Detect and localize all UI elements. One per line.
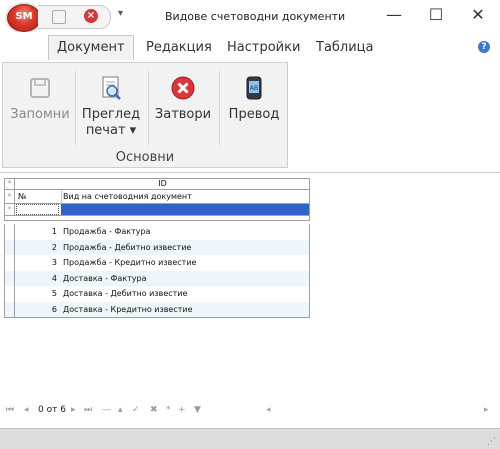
new-row-num-cell[interactable] bbox=[16, 204, 59, 215]
help-icon[interactable]: ? bbox=[478, 41, 490, 53]
cell-num: 1 bbox=[51, 227, 57, 236]
add-record-button[interactable]: + bbox=[178, 405, 186, 415]
next-record-button[interactable]: ▸ bbox=[71, 405, 76, 415]
cell-name: Продажба - Дебитно известие bbox=[63, 242, 192, 252]
grid-bottom-border bbox=[4, 317, 310, 318]
cell-num: 2 bbox=[51, 242, 57, 252]
header-id[interactable]: ID bbox=[16, 179, 309, 189]
first-record-button[interactable]: ⏮ bbox=[6, 405, 14, 415]
scroll-left-arrow[interactable]: ◂ bbox=[266, 405, 271, 415]
last-record-button[interactable]: ⏭ bbox=[84, 405, 92, 415]
save-icon bbox=[27, 75, 53, 101]
cell-name: Продажба - Фактура bbox=[63, 227, 151, 236]
ribbon-group-main: Запомни Преглед печат ▾ Затвори AB Прево… bbox=[2, 62, 288, 168]
quick-access-toolbar: × bbox=[38, 5, 111, 29]
close-label: Затвори bbox=[154, 107, 212, 122]
print-preview-icon bbox=[98, 75, 124, 101]
ribbon: Запомни Преглед печат ▾ Затвори AB Прево… bbox=[0, 60, 500, 172]
tab-document[interactable]: Документ bbox=[48, 35, 134, 60]
app-logo-label: SM bbox=[15, 11, 33, 22]
status-bar: ⋰ bbox=[0, 428, 500, 449]
prev-record-button[interactable]: ◂ bbox=[24, 405, 29, 415]
new-item-row[interactable]: * bbox=[4, 203, 310, 216]
save-button[interactable]: Запомни bbox=[9, 63, 71, 151]
row-indicator bbox=[5, 286, 15, 302]
column-header-name[interactable]: Вид на счетоводния документ bbox=[63, 190, 192, 203]
column-divider bbox=[61, 190, 62, 203]
table-row[interactable]: 2 Продажба - Дебитно известие bbox=[4, 239, 310, 255]
resize-grip-icon[interactable]: ⋰ bbox=[487, 437, 496, 447]
table-row[interactable]: 1 Продажба - Фактура bbox=[4, 224, 310, 240]
application-menu-button[interactable]: SM bbox=[7, 4, 41, 32]
svg-text:AB: AB bbox=[250, 85, 258, 92]
row-indicator bbox=[5, 301, 15, 317]
cell-num: 4 bbox=[51, 273, 57, 283]
title-bar: SM × ▾ Видове счетоводни документи — ☐ ✕ bbox=[0, 0, 500, 32]
ribbon-separator bbox=[75, 71, 76, 145]
qat-customize-dropdown[interactable]: ▾ bbox=[118, 8, 123, 19]
table-row[interactable]: 5 Доставка - Дебитно известие bbox=[4, 286, 310, 302]
table-row[interactable]: 3 Продажба - Кредитно известие bbox=[4, 255, 310, 271]
ribbon-group-label: Основни bbox=[115, 150, 175, 165]
row-indicator bbox=[5, 270, 15, 286]
table-row[interactable]: 4 Доставка - Фактура bbox=[4, 270, 310, 286]
window-title: Видове счетоводни документи bbox=[165, 10, 346, 23]
refresh-button[interactable]: * bbox=[166, 405, 171, 415]
new-row-name-cell-selected[interactable] bbox=[61, 204, 309, 215]
ribbon-separator bbox=[148, 71, 149, 145]
cell-num: 3 bbox=[51, 258, 57, 267]
cancel-edit-button[interactable]: ✖ bbox=[150, 405, 158, 415]
close-icon bbox=[170, 75, 196, 101]
qat-close-icon[interactable]: × bbox=[84, 9, 98, 23]
maximize-button[interactable]: ☐ bbox=[420, 4, 452, 26]
print-preview-label-2: печат ▾ bbox=[85, 123, 137, 138]
ribbon-tabs: Документ Редакция Настройки Таблица ? bbox=[0, 32, 500, 60]
delete-record-button[interactable]: — bbox=[102, 405, 111, 415]
qat-save-icon[interactable] bbox=[52, 10, 66, 24]
translate-label: Превод bbox=[228, 107, 280, 122]
cell-name: Доставка - Фактура bbox=[63, 273, 147, 283]
new-row-indicator: * bbox=[5, 204, 15, 215]
cell-num: 6 bbox=[51, 304, 57, 314]
cell-name: Продажба - Кредитно известие bbox=[63, 258, 197, 267]
tab-edit[interactable]: Редакция bbox=[146, 40, 212, 55]
grid-area: * ID * № Вид на счетоводния документ * 1… bbox=[0, 172, 500, 403]
print-preview-button[interactable]: Преглед печат ▾ bbox=[79, 63, 143, 151]
move-up-button[interactable]: ▴ bbox=[118, 405, 123, 415]
close-button[interactable]: Затвори bbox=[151, 63, 215, 151]
data-navigator: ⏮ ◂ 0 от 6 ▸ ⏭ — ▴ ✓ ✖ * + ▼ ◂ ▸ bbox=[0, 402, 500, 420]
record-position: 0 от 6 bbox=[38, 405, 66, 415]
translate-button[interactable]: AB Превод bbox=[223, 63, 285, 151]
filter-icon[interactable]: ▼ bbox=[194, 405, 201, 415]
row-indicator bbox=[5, 239, 15, 255]
column-header-num[interactable]: № bbox=[18, 190, 26, 203]
grid-column-header: * № Вид на счетоводния документ bbox=[4, 189, 310, 203]
document-types-grid: * ID * № Вид на счетоводния документ * 1… bbox=[4, 178, 310, 318]
print-preview-label-1: Преглед bbox=[81, 107, 141, 122]
close-window-button[interactable]: ✕ bbox=[462, 4, 494, 26]
cell-name: Доставка - Кредитно известие bbox=[63, 304, 193, 314]
tab-table[interactable]: Таблица bbox=[316, 40, 374, 55]
grid-band-header: * ID bbox=[4, 178, 310, 189]
table-row[interactable]: 6 Доставка - Кредитно известие bbox=[4, 301, 310, 317]
cell-name: Доставка - Дебитно известие bbox=[63, 289, 188, 298]
row-indicator bbox=[5, 255, 15, 271]
edit-record-button[interactable]: ✓ bbox=[132, 405, 140, 415]
translate-icon: AB bbox=[241, 75, 267, 101]
tab-settings[interactable]: Настройки bbox=[227, 40, 300, 55]
minimize-button[interactable]: — bbox=[378, 4, 410, 26]
save-label: Запомни bbox=[10, 107, 70, 122]
ribbon-separator bbox=[219, 71, 220, 145]
cell-num: 5 bbox=[51, 289, 57, 298]
row-indicator bbox=[5, 224, 15, 240]
row-indicator: * bbox=[5, 179, 15, 189]
row-indicator: * bbox=[5, 190, 15, 203]
scroll-right-arrow[interactable]: ▸ bbox=[484, 405, 489, 415]
